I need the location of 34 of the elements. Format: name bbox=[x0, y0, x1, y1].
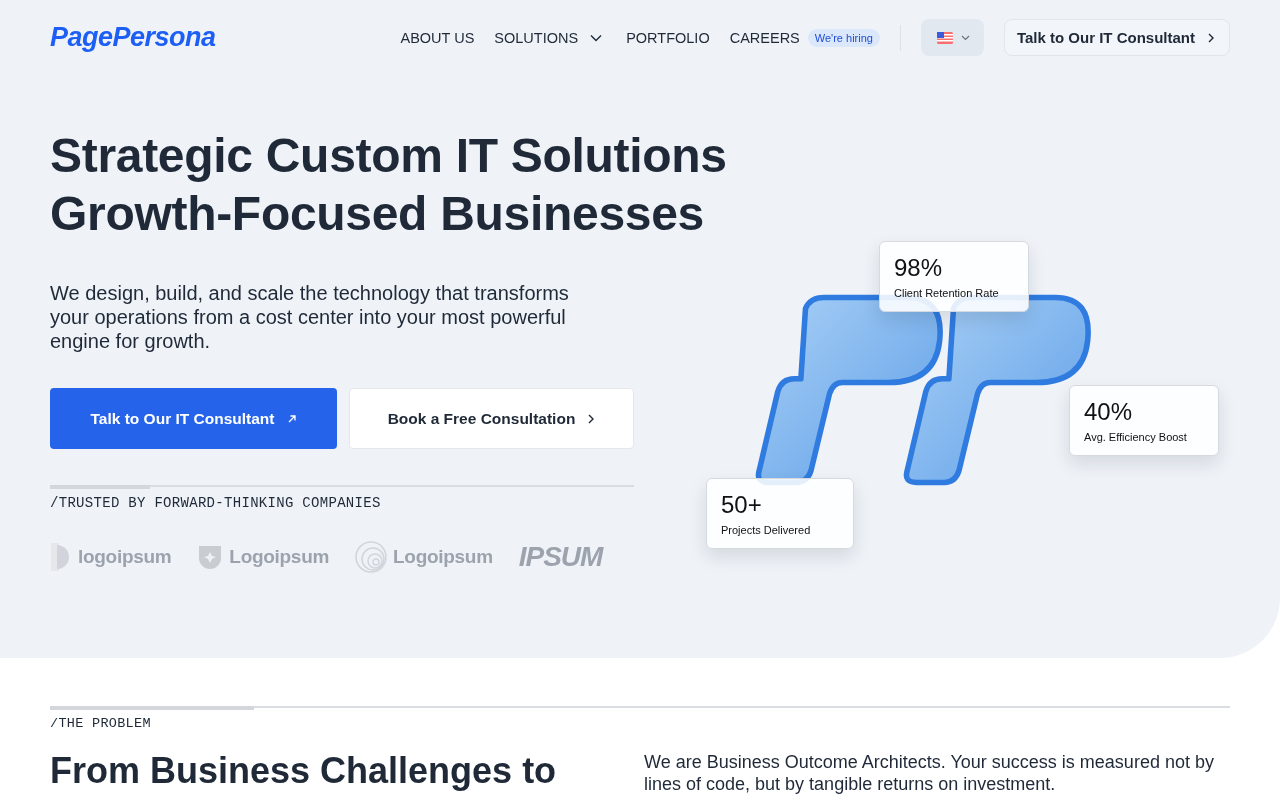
us-flag-icon bbox=[936, 31, 953, 44]
section-text: We are Business Outcome Architects. Your success is measured not by lines of code, but by tangible returns on investment. bbox=[644, 751, 1215, 795]
stat-value: 40% bbox=[1084, 398, 1134, 426]
arrow-up-right-icon bbox=[286, 413, 297, 424]
stat-label: Projects Delivered bbox=[721, 524, 812, 536]
nav-link[interactable]: ABOUT US bbox=[400, 29, 475, 46]
nav-link[interactable]: SOLUTIONS bbox=[494, 29, 579, 46]
stat-label: Client Retention Rate bbox=[894, 287, 1000, 299]
chevron-right-icon bbox=[1207, 31, 1215, 44]
rings-icon bbox=[355, 541, 388, 573]
hero-title: Strategic Custom IT Solutions Growth-Focused Businesses bbox=[50, 128, 727, 242]
section-label: /THE PROBLEM bbox=[50, 716, 151, 731]
pagepersona-logo[interactable]: PagePersona bbox=[50, 22, 216, 53]
hiring-badge: We're hiring bbox=[807, 28, 880, 47]
chevron-right-icon bbox=[587, 412, 596, 425]
partner-logo-text: Logoipsum bbox=[393, 546, 493, 568]
book-consultation-button[interactable]: Book a Free Consultation bbox=[349, 388, 634, 449]
nav-link[interactable]: PORTFOLIO bbox=[626, 29, 710, 46]
stat-label: Avg. Efficiency Boost bbox=[1084, 431, 1188, 443]
nav-link[interactable]: CAREERS bbox=[729, 29, 800, 46]
trusted-label: /TRUSTED BY FORWARD-THINKING COMPANIES bbox=[50, 495, 381, 511]
section-title: From Business Challenges to bbox=[50, 751, 557, 793]
stat-value: 50+ bbox=[721, 491, 763, 519]
chevron-down-icon bbox=[960, 34, 970, 41]
consultant-button[interactable]: Talk to Our IT Consultant bbox=[1003, 19, 1230, 56]
language-selector[interactable] bbox=[920, 19, 984, 56]
consultant-button[interactable]: Talk to Our IT Consultant bbox=[50, 388, 337, 449]
stat-value: 98% bbox=[894, 254, 944, 282]
partner-logo-text: logoipsum bbox=[78, 546, 172, 568]
half-circle-icon bbox=[50, 542, 72, 572]
shield-icon bbox=[197, 544, 224, 570]
partner-logo-text: Logoipsum bbox=[229, 546, 330, 568]
partner-logo-text: IPSUM bbox=[518, 541, 603, 573]
hero-subtitle: We design, build, and scale the technology that transforms your operations from a cost center into your most powerful engine for growth. bbox=[50, 281, 570, 353]
